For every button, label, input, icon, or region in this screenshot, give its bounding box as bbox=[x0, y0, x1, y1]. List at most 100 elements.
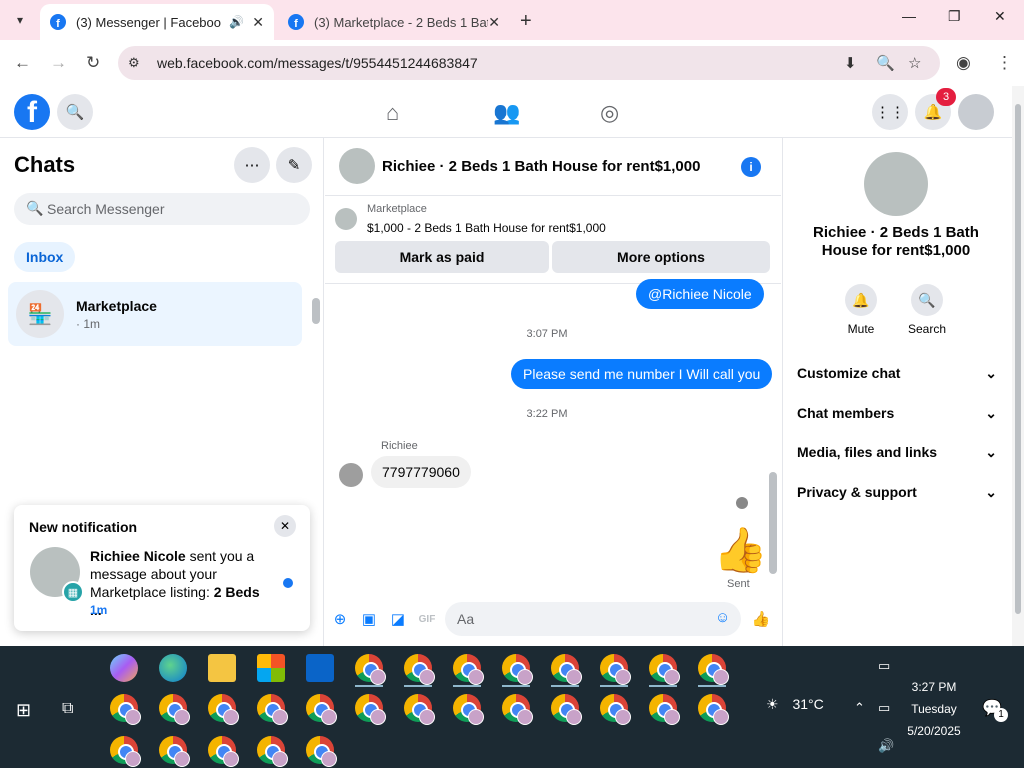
meet-now-icon[interactable]: ▭ bbox=[878, 658, 890, 674]
zoom-icon[interactable]: 🔍 bbox=[876, 54, 895, 72]
site-info-icon[interactable]: ⚙ bbox=[128, 55, 140, 71]
chrome-profile-icon[interactable] bbox=[355, 694, 386, 725]
microsoft-store-icon[interactable] bbox=[257, 654, 285, 682]
info-icon[interactable]: i bbox=[741, 157, 761, 177]
system-clock[interactable]: 3:27 PM Tuesday 5/20/2025 bbox=[892, 676, 976, 742]
speaker-icon[interactable]: 🔊 bbox=[229, 15, 244, 29]
search-messenger-input[interactable]: 🔍 Search Messenger bbox=[14, 193, 310, 225]
maximize-button[interactable]: ❐ bbox=[948, 8, 961, 25]
message-input[interactable]: Aa ☺ bbox=[445, 602, 741, 636]
chrome-profile-icon[interactable] bbox=[306, 694, 337, 725]
back-button[interactable]: ← bbox=[14, 53, 31, 73]
chrome-profile-icon[interactable] bbox=[306, 736, 337, 767]
listing-details[interactable]: $1,000 - 2 Beds 1 Bath House for rent$1,… bbox=[367, 221, 606, 235]
weather-widget[interactable]: ☀ 31°C bbox=[766, 696, 824, 713]
mark-as-paid-button[interactable]: Mark as paid bbox=[335, 241, 549, 273]
more-options-button[interactable]: More options bbox=[552, 241, 770, 273]
sticker-icon[interactable]: ◪ bbox=[388, 609, 408, 629]
file-explorer-icon[interactable] bbox=[208, 654, 236, 682]
send-like-icon[interactable]: 👍 bbox=[751, 609, 771, 629]
minimize-button[interactable]: — bbox=[902, 8, 916, 24]
reload-button[interactable]: ↻ bbox=[86, 53, 100, 73]
gif-icon[interactable]: GIF bbox=[417, 609, 437, 629]
plus-icon[interactable]: ⊕ bbox=[330, 609, 350, 629]
emoji-icon[interactable]: ☺ bbox=[715, 609, 730, 626]
chrome-profile-icon[interactable] bbox=[453, 654, 484, 685]
chrome-profile-icon[interactable] bbox=[208, 694, 239, 725]
chrome-profile-icon[interactable] bbox=[551, 694, 582, 725]
chrome-profile-icon[interactable] bbox=[453, 694, 484, 725]
chat-members-section[interactable]: Chat members ⌄ bbox=[797, 401, 997, 425]
chrome-profile-icon[interactable] bbox=[404, 654, 435, 685]
forward-button[interactable]: → bbox=[50, 53, 67, 73]
chrome-profile-icon[interactable] bbox=[110, 736, 141, 767]
chrome-profile-icon[interactable] bbox=[159, 694, 190, 725]
network-icon[interactable]: ▭ bbox=[878, 700, 890, 716]
close-notification-icon[interactable]: ✕ bbox=[274, 515, 296, 537]
chrome-profile-icon[interactable] bbox=[257, 694, 288, 725]
windows-start-icon[interactable]: ⊞ bbox=[16, 700, 31, 721]
close-tab-icon[interactable]: ✕ bbox=[488, 14, 500, 31]
chat-item-marketplace[interactable]: 🏪 Marketplace · 1m bbox=[8, 282, 302, 346]
chrome-profile-icon[interactable] bbox=[600, 694, 631, 725]
groups-icon[interactable]: ◎ bbox=[600, 100, 619, 126]
edge-icon[interactable] bbox=[159, 654, 187, 682]
task-view-icon[interactable]: ⧉ bbox=[62, 700, 73, 718]
fb-search-icon[interactable]: 🔍 bbox=[57, 94, 93, 130]
home-icon[interactable]: ⌂ bbox=[386, 100, 399, 126]
close-tab-icon[interactable]: ✕ bbox=[252, 14, 264, 31]
chrome-icon[interactable] bbox=[649, 694, 680, 725]
chrome-profile-icon[interactable] bbox=[502, 694, 533, 725]
chrome-profile-icon[interactable] bbox=[257, 736, 288, 767]
clock-day: Tuesday bbox=[911, 702, 957, 716]
page-scrollbar[interactable] bbox=[1012, 86, 1024, 646]
chrome-profile-icon[interactable] bbox=[404, 694, 435, 725]
privacy-support-section[interactable]: Privacy & support ⌄ bbox=[797, 480, 997, 504]
chrome-profile-icon[interactable] bbox=[600, 654, 631, 685]
conversation-scrollbar[interactable] bbox=[767, 284, 779, 588]
install-app-icon[interactable]: ⬇ bbox=[844, 54, 857, 72]
sender-avatar[interactable] bbox=[339, 463, 363, 487]
listing-thumbnail[interactable] bbox=[335, 208, 357, 230]
new-tab-button[interactable]: + bbox=[520, 10, 532, 33]
address-bar[interactable]: ⚙ web.facebook.com/messages/t/9554451244… bbox=[118, 46, 940, 80]
facebook-logo-icon[interactable]: f bbox=[14, 94, 50, 130]
chrome-profile-icon[interactable] bbox=[159, 736, 190, 767]
search-conversation-button[interactable]: 🔍 Search bbox=[897, 284, 957, 336]
profile-icon[interactable]: ◉ bbox=[956, 53, 971, 73]
chrome-profile-icon[interactable] bbox=[110, 694, 141, 725]
inbox-filter-button[interactable]: Inbox bbox=[14, 242, 76, 272]
conversation-avatar[interactable] bbox=[339, 148, 375, 184]
details-avatar[interactable] bbox=[864, 152, 928, 216]
show-hidden-icons-icon[interactable]: ⌃ bbox=[854, 700, 865, 716]
outlook-icon[interactable] bbox=[306, 654, 334, 682]
mute-button[interactable]: 🔔 Mute bbox=[831, 284, 891, 336]
friends-icon[interactable]: 👥 bbox=[493, 100, 520, 126]
tab-search-button[interactable]: ▾ bbox=[8, 8, 32, 32]
tab-messenger[interactable]: f (3) Messenger | Facebook 🔊 ✕ bbox=[40, 4, 274, 40]
outgoing-message[interactable]: @Richiee Nicole bbox=[636, 279, 764, 309]
customize-chat-section[interactable]: Customize chat ⌄ bbox=[797, 361, 997, 385]
bookmark-star-icon[interactable]: ☆ bbox=[908, 54, 921, 72]
tab-marketplace[interactable]: f (3) Marketplace - 2 Beds 1 Bath ✕ bbox=[278, 4, 510, 40]
chrome-profile-icon-active[interactable] bbox=[208, 736, 239, 767]
new-message-icon[interactable]: ✎ bbox=[276, 147, 312, 183]
close-window-button[interactable]: ✕ bbox=[994, 8, 1006, 25]
conversation-title[interactable]: Richiee · 2 Beds 1 Bath House for rent$1… bbox=[382, 158, 700, 175]
photo-icon[interactable]: ▣ bbox=[359, 609, 379, 629]
chrome-profile-icon[interactable] bbox=[698, 654, 729, 685]
chrome-profile-icon[interactable] bbox=[502, 654, 533, 685]
menu-grid-icon[interactable]: ⋮⋮ bbox=[872, 94, 908, 130]
chrome-profile-icon[interactable] bbox=[698, 694, 729, 725]
media-files-links-section[interactable]: Media, files and links ⌄ bbox=[797, 440, 997, 464]
browser-menu-icon[interactable]: ⋮ bbox=[996, 53, 1013, 73]
incoming-message[interactable]: 7797779060 bbox=[371, 456, 471, 488]
chats-options-icon[interactable]: ⋯ bbox=[234, 147, 270, 183]
new-notification-popup[interactable]: New notification ✕ ▦ Richiee Nicole sent… bbox=[14, 505, 310, 631]
chrome-profile-icon[interactable] bbox=[649, 654, 680, 685]
chrome-profile-icon[interactable] bbox=[551, 654, 582, 685]
chrome-profile-icon[interactable] bbox=[355, 654, 386, 685]
copilot-icon[interactable] bbox=[110, 654, 138, 682]
outgoing-message[interactable]: Please send me number I Will call you bbox=[511, 359, 773, 389]
account-avatar[interactable] bbox=[958, 94, 994, 130]
